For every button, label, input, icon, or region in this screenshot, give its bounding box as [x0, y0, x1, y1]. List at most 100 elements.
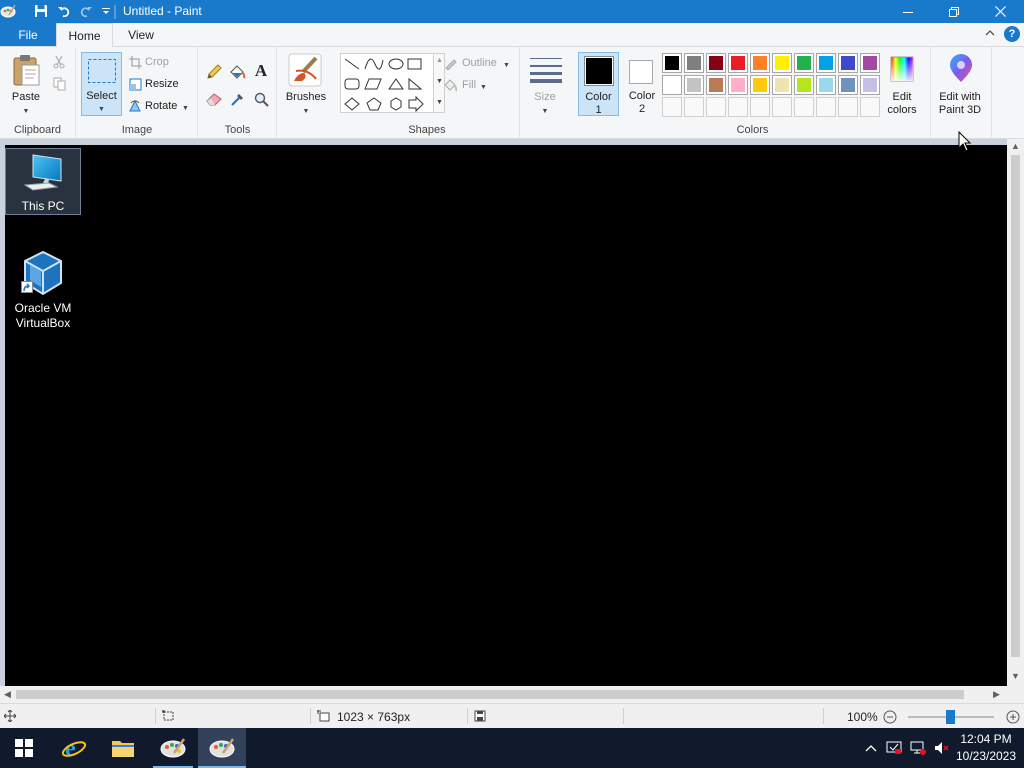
paste-button-label[interactable]: Paste [6, 91, 46, 104]
magnifier-icon[interactable] [252, 90, 270, 108]
shape-curve-icon[interactable] [362, 56, 380, 70]
tab-view[interactable]: View [116, 23, 166, 46]
palette-swatch[interactable] [816, 53, 836, 73]
undo-icon[interactable] [56, 3, 72, 19]
shape-line-icon[interactable] [342, 56, 360, 70]
palette-swatch[interactable] [750, 53, 770, 73]
shapes-expand-icon[interactable]: ▼ [436, 99, 443, 106]
scroll-down-icon[interactable]: ▼ [1011, 671, 1020, 681]
color-picker-icon[interactable] [228, 90, 246, 108]
shapes-scroll-down-icon[interactable]: ▼ [436, 78, 443, 85]
palette-swatch[interactable] [838, 75, 858, 95]
zoom-slider[interactable] [908, 710, 994, 724]
palette-swatch[interactable] [794, 75, 814, 95]
scroll-right-icon[interactable]: ▶ [993, 689, 1000, 700]
customize-quick-access-icon[interactable] [98, 3, 114, 19]
tab-home[interactable]: Home [56, 23, 113, 47]
network-icon[interactable] [909, 739, 927, 757]
palette-swatch[interactable] [860, 75, 880, 95]
custom-color-slot[interactable] [794, 97, 814, 117]
brushes-button-label[interactable]: Brushes [278, 91, 334, 104]
palette-swatch[interactable] [838, 53, 858, 73]
brushes-dropdown-icon[interactable]: ▼ [278, 105, 334, 118]
shape-rectangle-icon[interactable] [402, 56, 420, 70]
pencil-icon[interactable] [205, 63, 223, 81]
close-button[interactable] [977, 0, 1023, 23]
drawing-canvas[interactable]: This PC Oracle VM VirtualBox [5, 145, 1007, 686]
custom-color-slot[interactable] [772, 97, 792, 117]
palette-swatch[interactable] [684, 75, 704, 95]
brush-icon[interactable] [287, 52, 323, 88]
edit-colors-label[interactable]: Edit [881, 91, 923, 104]
fill-bucket-icon[interactable] [228, 63, 246, 81]
paint-3d-icon[interactable] [946, 53, 976, 85]
collapse-ribbon-icon[interactable] [984, 27, 996, 42]
horizontal-scroll-thumb[interactable] [16, 690, 964, 699]
shapes-scroll-up-icon[interactable]: ▲ [436, 57, 443, 64]
palette-swatch[interactable] [750, 75, 770, 95]
palette-swatch[interactable] [684, 53, 704, 73]
line-size-icon[interactable] [529, 55, 563, 85]
palette-swatch[interactable] [860, 53, 880, 73]
start-button[interactable] [0, 728, 48, 768]
rotate-button-label[interactable]: Rotate [145, 100, 177, 113]
select-button[interactable]: Select ▼ [81, 52, 122, 116]
palette-swatch[interactable] [706, 53, 726, 73]
paste-icon[interactable] [10, 52, 44, 88]
scroll-left-icon[interactable]: ◀ [4, 689, 11, 700]
show-hidden-icons-icon[interactable] [862, 739, 880, 757]
volume-muted-icon[interactable] [933, 739, 951, 757]
palette-swatch[interactable] [662, 53, 682, 73]
crop-button-label[interactable]: Crop [145, 56, 169, 69]
taskbar-paint-active[interactable] [198, 728, 246, 768]
custom-color-slot[interactable] [750, 97, 770, 117]
redo-icon[interactable] [78, 3, 94, 19]
save-icon[interactable] [33, 3, 49, 19]
custom-color-slot[interactable] [684, 97, 704, 117]
edit-colors-icon[interactable] [889, 55, 915, 83]
fill-dropdown-icon[interactable]: ▼ [480, 81, 487, 94]
text-tool-icon[interactable]: A [252, 61, 270, 80]
rotate-icon[interactable] [128, 99, 142, 113]
palette-swatch[interactable] [728, 75, 748, 95]
restore-button[interactable] [931, 0, 977, 23]
taskbar-file-explorer[interactable] [99, 728, 147, 768]
palette-swatch[interactable] [794, 53, 814, 73]
custom-color-slot[interactable] [816, 97, 836, 117]
resize-button-label[interactable]: Resize [145, 78, 179, 91]
scroll-up-icon[interactable]: ▲ [1011, 141, 1020, 151]
cut-icon[interactable] [52, 55, 66, 69]
palette-swatch[interactable] [728, 53, 748, 73]
size-dropdown-icon[interactable]: ▼ [521, 105, 569, 118]
rotate-dropdown-icon[interactable]: ▼ [182, 102, 189, 115]
zoom-slider-thumb[interactable] [946, 710, 955, 724]
custom-color-slot[interactable] [728, 97, 748, 117]
fill-icon[interactable] [443, 78, 457, 92]
taskbar-clock[interactable]: 12:04 PM 10/23/2023 [950, 731, 1022, 765]
resize-icon[interactable] [128, 77, 142, 91]
zoom-in-icon[interactable] [1005, 709, 1020, 724]
custom-color-slot[interactable] [662, 97, 682, 117]
palette-swatch[interactable] [772, 75, 792, 95]
help-icon[interactable]: ? [1004, 26, 1020, 42]
eraser-icon[interactable] [205, 90, 223, 108]
palette-swatch[interactable] [816, 75, 836, 95]
minimize-button[interactable] [885, 0, 931, 23]
palette-swatch[interactable] [662, 75, 682, 95]
edit-colors-label-2[interactable]: colors [881, 104, 923, 117]
paint-3d-label-2[interactable]: Paint 3D [932, 104, 988, 117]
size-button-label[interactable]: Size [521, 91, 569, 104]
copy-icon[interactable] [52, 77, 66, 91]
action-center-icon[interactable] [885, 739, 903, 757]
outline-icon[interactable] [443, 56, 457, 70]
horizontal-scrollbar[interactable]: ◀ ▶ [0, 686, 1007, 703]
palette-swatch[interactable] [706, 75, 726, 95]
color1-button[interactable]: Color 1 [578, 52, 619, 116]
zoom-out-icon[interactable] [882, 709, 897, 724]
paint-app-icon[interactable] [0, 3, 16, 19]
vertical-scrollbar[interactable]: ▲ ▼ [1007, 139, 1024, 686]
crop-icon[interactable] [128, 55, 142, 69]
palette-swatch[interactable] [772, 53, 792, 73]
vertical-scroll-thumb[interactable] [1011, 155, 1020, 657]
custom-color-slot[interactable] [860, 97, 880, 117]
